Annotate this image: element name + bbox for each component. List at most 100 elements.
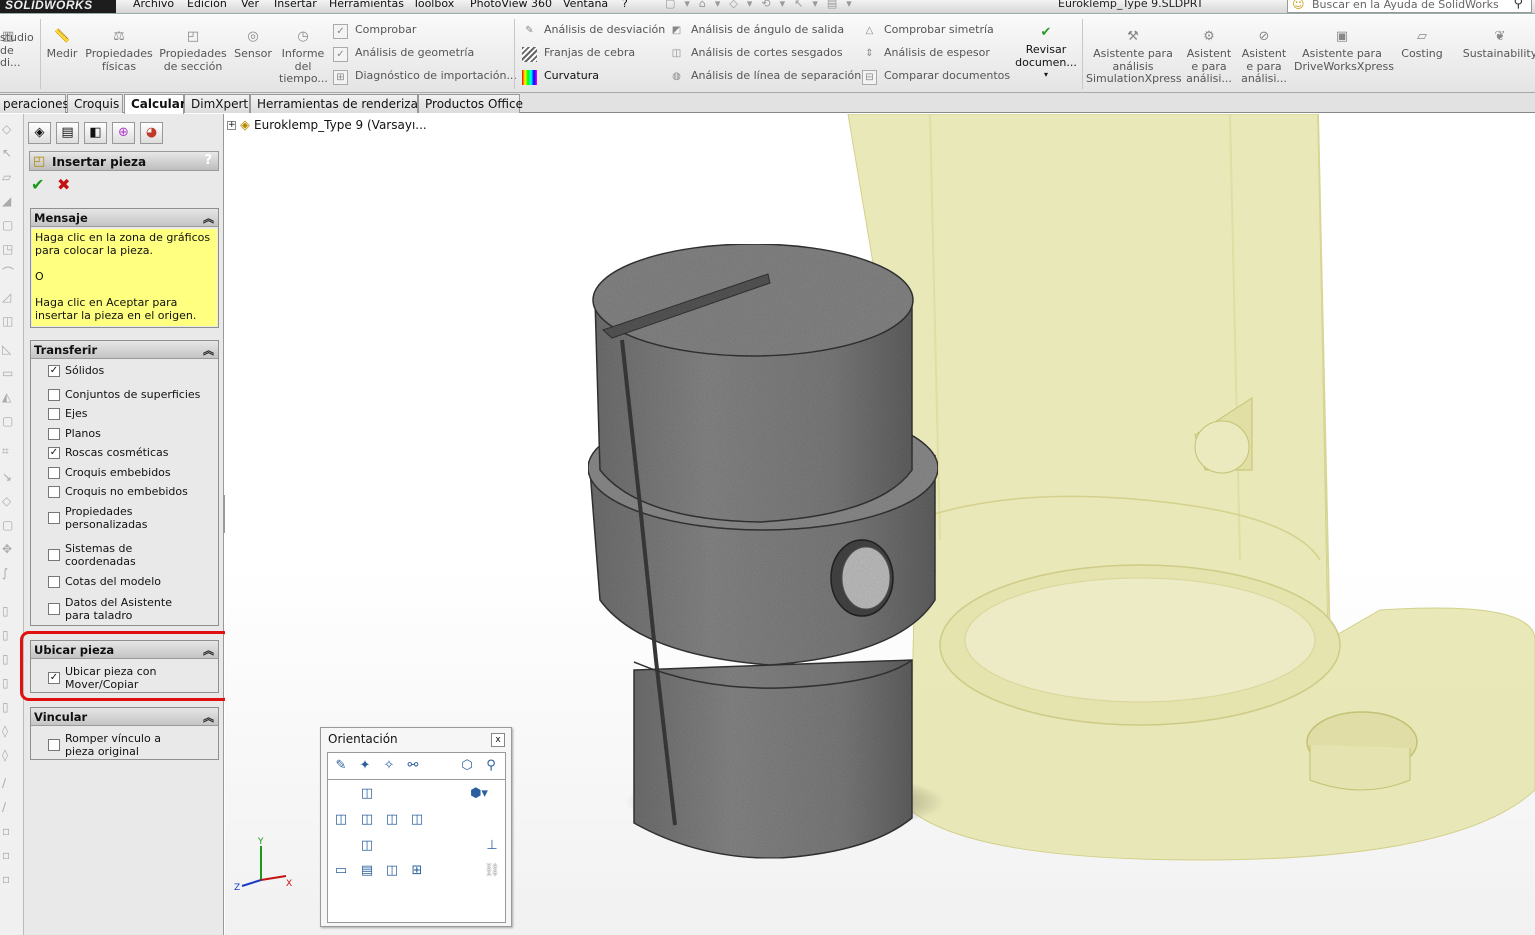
checkbox[interactable] (48, 739, 60, 751)
design-study-button[interactable]: ▥ studio de di... (0, 17, 36, 70)
checkbox[interactable] (48, 408, 60, 420)
collapse-up-icon[interactable]: ︽ (203, 709, 214, 725)
zoom-to-fit-icon[interactable]: ⊕ (795, 114, 812, 115)
sustainability-button[interactable]: ❦ Sustainability (1460, 17, 1535, 61)
checkbox[interactable] (48, 467, 60, 479)
section-view-icon[interactable]: ◧ (846, 114, 864, 115)
chevron-down-icon[interactable]: ▾ (1014, 69, 1078, 82)
transfer-option-planes[interactable]: Planos (48, 427, 209, 440)
previous-view-icon[interactable]: ↺ (829, 114, 846, 115)
message-group-header[interactable]: Mensaje ︽ (31, 209, 218, 227)
view-top-icon[interactable]: ◫ (358, 812, 376, 828)
transfer-option-cosmetic-threads[interactable]: ✓ Roscas cosméticas (48, 446, 209, 459)
feature-tree-tab-icon[interactable]: ◈ (28, 122, 51, 144)
checkbox[interactable] (48, 603, 60, 615)
checkbox[interactable] (48, 512, 60, 524)
transfer-option-solidos[interactable]: ✓ Sólidos (48, 364, 209, 377)
menu-help[interactable]: ? (622, 0, 628, 10)
tab-productos-office[interactable]: Productos Office (418, 94, 523, 113)
tool-icon[interactable]: ↖ (2, 146, 16, 160)
zoom-area-icon[interactable]: ⊗ (812, 114, 829, 115)
view-selector-icon[interactable]: ⬡ (458, 758, 476, 774)
review-document-button[interactable]: ✔ Revisar documen... ▾ (1014, 17, 1078, 82)
view-settings-icon[interactable]: ▦▾ (1000, 114, 1031, 115)
cancel-close-icon[interactable]: ✖ (57, 177, 73, 193)
compare-documents-button[interactable]: ⊟ Comparar documentos (862, 69, 1010, 87)
view-orientation-icon[interactable]: ◉▾ (864, 114, 894, 115)
thickness-analysis-button[interactable]: ⇕ Análisis de espesor (862, 46, 990, 64)
link-group-header[interactable]: Vincular ︽ (31, 708, 218, 726)
tool-icon[interactable]: ▢ (2, 518, 16, 532)
tool-icon[interactable]: ∕ (2, 800, 16, 814)
mass-properties-button[interactable]: ⚖ Propiedades físicas (85, 17, 153, 73)
tool-icon[interactable]: ▯ (2, 628, 16, 642)
tab-herramientas-renderizado[interactable]: Herramientas de renderizado (250, 94, 433, 113)
checkbox[interactable] (48, 576, 60, 588)
transfer-option-hole-wizard-data[interactable]: Datos del Asistente para taladro (48, 596, 189, 622)
checkbox[interactable] (48, 549, 60, 561)
checkbox[interactable]: ✓ (48, 365, 60, 377)
transfer-option-coordinate-systems[interactable]: Sistemas de coordenadas (48, 542, 149, 568)
dimxpert-tab-icon[interactable]: ⊕ (112, 122, 135, 144)
break-link-option[interactable]: Romper vínculo a pieza original (48, 732, 179, 758)
checkbox[interactable] (48, 389, 60, 401)
tool-icon[interactable]: ▫ (2, 848, 16, 862)
link-views-icon[interactable]: ⛓ (483, 863, 501, 879)
view-right-icon[interactable]: ◫ (383, 812, 401, 828)
tool-icon[interactable]: ◇ (2, 494, 16, 508)
import-diagnostics-button[interactable]: ⊞ Diagnóstico de importación... (333, 69, 517, 87)
pin-icon[interactable]: ⚲ (482, 758, 500, 774)
tab-croquis[interactable]: Croquis (67, 94, 123, 113)
appearance-icon[interactable]: ● (954, 114, 971, 115)
view-bottom-icon[interactable]: ◫ (358, 838, 376, 854)
single-view-icon[interactable]: ▭ (332, 863, 350, 879)
close-icon[interactable]: x (491, 733, 505, 747)
display-style-icon[interactable]: ◍▾ (894, 114, 924, 115)
check-button[interactable]: ✓ Comprobar (333, 23, 416, 41)
tool-icon[interactable]: ▫ (2, 824, 16, 838)
tool-icon[interactable]: ▯ (2, 676, 16, 690)
search-icon[interactable]: ⚲ (1513, 0, 1523, 11)
menu-ver[interactable]: Ver (241, 0, 259, 10)
tool-icon[interactable]: ◺ (2, 342, 16, 356)
dfmxpress-button[interactable]: ⊘ Asistent e para análisi... (1240, 17, 1288, 86)
tool-icon[interactable]: ∫ (2, 566, 16, 580)
tool-icon[interactable]: ▢ (2, 414, 16, 428)
transfer-group-header[interactable]: Transferir ︽ (31, 341, 218, 359)
sensor-button[interactable]: ◎ Sensor (232, 17, 274, 61)
solidworks-logo[interactable]: SOLIDWORKS (0, 0, 116, 13)
transfer-option-axes[interactable]: Ejes (48, 407, 209, 420)
checkbox[interactable] (48, 486, 60, 498)
transfer-option-model-dimensions[interactable]: Cotas del modelo (48, 575, 209, 588)
tool-icon[interactable]: ◿ (2, 290, 16, 304)
parting-line-button[interactable]: ◍ Análisis de línea de separación (669, 69, 861, 87)
tool-icon[interactable]: ▱ (2, 170, 16, 184)
heads-up-view-toolbar[interactable]: ⊕⊗↺◧◉▾◍▾◌▾●▲▾▦▾ (795, 114, 1030, 116)
tool-icon[interactable]: ◫ (2, 314, 16, 328)
section-properties-button[interactable]: ◰ Propiedades de sección (159, 17, 227, 73)
collapse-up-icon[interactable]: ︽ (203, 342, 214, 358)
menu-edicion[interactable]: Edición (187, 0, 227, 10)
tab-calcular[interactable]: Calcular (124, 94, 186, 114)
tool-icon[interactable]: ↘ (2, 470, 16, 484)
two-view-vertical-icon[interactable]: ◫ (383, 863, 401, 879)
tool-icon[interactable]: ◊ (2, 748, 16, 762)
tool-icon[interactable]: ◢ (2, 194, 16, 208)
tool-icon[interactable]: ◊ (2, 724, 16, 738)
draft-analysis-button[interactable]: ◩ Análisis de ángulo de salida (669, 23, 844, 41)
menu-toolbox[interactable]: Toolbox (413, 0, 454, 10)
tool-icon[interactable]: ◳ (2, 242, 16, 256)
menu-photoview[interactable]: PhotoView 360 (470, 0, 552, 10)
tab-dimxpert[interactable]: DimXpert (184, 94, 250, 113)
link-view-icon[interactable]: ⚯ (404, 758, 422, 774)
normal-to-icon[interactable]: ⊥ (483, 838, 501, 854)
driveworks-button[interactable]: ▣ Asistente para DriveWorksXpress (1294, 17, 1394, 73)
two-view-horizontal-icon[interactable]: ▤ (358, 863, 376, 879)
tool-icon[interactable]: ▫ (2, 872, 16, 886)
tool-icon[interactable]: ∕ (2, 776, 16, 790)
transfer-option-unabsorbed-sketches[interactable]: Croquis no embebidos (48, 485, 209, 498)
tool-icon[interactable]: ◭ (2, 390, 16, 404)
configuration-manager-tab-icon[interactable]: ◧ (84, 122, 107, 144)
scene-icon[interactable]: ▲▾ (971, 114, 1000, 115)
help-search-input[interactable]: ☺ Buscar en la Ayuda de SolidWorks ⚲ (1287, 0, 1532, 13)
